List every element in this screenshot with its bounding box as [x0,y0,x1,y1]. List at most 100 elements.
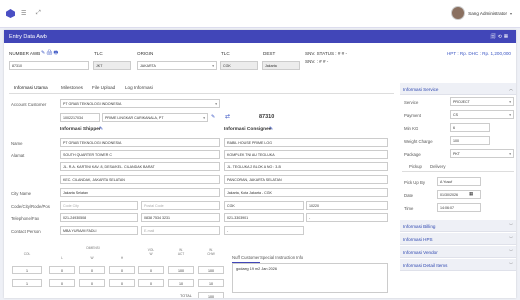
section-title: Informasi Vendor [403,249,438,255]
tlc-dest-input: CGK [220,61,258,70]
consignee-contact-input[interactable]: - [224,226,304,235]
pickup-by-input[interactable]: A Yusuf [437,177,481,186]
dim-row-1-vol[interactable]: 0 [138,266,164,274]
shipper-postal-input[interactable]: Postal Code [141,201,220,210]
header-actions[interactable]: 🗐⟲▦ [491,34,510,42]
dim-row-1-chw[interactable]: 100 [198,266,224,274]
consignee-address-1[interactable]: KOMPLEK TNI AU TEGLUKA [224,150,388,159]
shipper-address-3[interactable]: KEC. CILANDAK, JAKARTA SELATAN [60,175,220,184]
tab-special-instruction[interactable]: Special Instruction [260,255,295,260]
dim-row-1-l[interactable]: 0 [49,266,75,274]
shipper-address-2[interactable]: JL. R.A. KARTINI KAV. 8, DESA/KEL. CILAN… [60,162,220,171]
tab-info[interactable]: Info [296,255,303,260]
consignee-address-2[interactable]: JL. TEGLUKA 2 BLOK A NO : 3-B [224,162,388,171]
w-header: W [90,256,94,260]
consignee-address-3[interactable]: PANCORAN, JAKARTA SELATAN [224,175,388,184]
origin-select[interactable]: JAKARTA [137,61,217,70]
dim-row-1-w[interactable]: 0 [79,266,105,274]
dim-row-2-h[interactable]: 0 [109,279,135,287]
edit-icon[interactable]: ✎ [211,114,215,120]
shipper-edit-icon[interactable]: ✎ [99,127,103,132]
dim-row-1-act[interactable]: 100 [168,266,194,274]
min-kg-input[interactable]: 6 [450,123,490,132]
shipper-city-input[interactable]: Jakarta Selatan [60,188,220,197]
section-informasi-hps[interactable]: Informasi HPS ﹀ [400,233,516,245]
dim-row-2-vol[interactable]: 0 [138,279,164,287]
shipper-address-1[interactable]: SOUTH QUARTER TOWER C [60,150,220,159]
total-value: 100 [198,292,224,298]
dim-row-2-w[interactable]: 0 [79,279,105,287]
tlc-origin-input: JKT [93,61,131,70]
consignee-fax-input[interactable]: - [306,213,388,222]
swap-icon[interactable]: ⇄ [225,113,230,120]
col-header: COL [23,252,31,256]
section-informasi-detail-items[interactable]: Informasi Detail Items ﹀ [400,259,516,271]
chevron-up-icon: ︿ [509,86,513,91]
menu-icon[interactable]: ☰ [21,10,26,17]
date-input[interactable]: 01/30/2026 [437,190,481,199]
consignee-name-input[interactable]: RABIL HOUSE PRIME LOG [224,138,388,147]
consignee-edit-icon[interactable]: ✎ [269,127,273,132]
shipper-contact-input[interactable]: MBA YURA/M FADLI [60,226,138,235]
dim-row-2-col[interactable]: 1 [12,279,42,287]
pickup-by-label: Pick Up By [404,180,426,185]
min-kg-label: Min KG [404,126,419,131]
section-informasi-service[interactable]: Informasi Service ︿ [400,83,516,95]
dim-row-1-col[interactable]: 1 [12,266,42,274]
service-label: Service [404,100,419,105]
hpt-dhc: HPT : Rp. DHC : Rp. 1,200,000 [446,51,511,56]
awb-number-input[interactable]: 87310 [9,61,89,70]
card-header: Entry Data Awb 🗐⟲▦ [4,30,516,43]
total-label: TOTAL [180,294,192,298]
tlc-label: TLC [94,51,103,56]
package-select[interactable]: PKT [450,149,514,158]
consignee-tel-input[interactable]: 021-3303901 [224,213,304,222]
awb-action-icons[interactable]: ✎🖨🖶 [41,50,59,58]
vol-header: VOL W [147,248,155,256]
calendar-icon[interactable]: ▦ [469,191,473,197]
notes-textarea[interactable]: godaeg 19 m2 Jan 2026 [232,263,388,293]
payment-select[interactable]: CS [450,110,514,119]
chw-header: W. CHW [207,248,215,256]
expand-icon[interactable]: ⤢ [36,10,41,17]
account-customer-select[interactable]: PT GRAB TEKNOLOGI INDONESIA [60,99,220,108]
customer-code-input[interactable]: 1002217034 [60,113,100,122]
tab-nuff-customer[interactable]: Nuff Customer [232,255,260,263]
user-menu[interactable]: Sang Administrator ▾ [451,6,512,20]
section-title: Informasi HPS [403,236,433,242]
consignee-postal-input[interactable]: 10220 [306,201,388,210]
dimensi-header: DIMENSI [86,246,100,250]
shipper-code-input[interactable]: Code City [60,201,138,210]
dim-row-2-chw[interactable]: 10 [198,279,224,287]
payment-label: Payment [404,113,421,118]
section-informasi-billing[interactable]: Informasi Billing ﹀ [400,220,516,232]
date-label: Date [404,193,414,198]
dim-row-2-act[interactable]: 10 [168,279,194,287]
shipper-email-input[interactable]: E-mail [141,226,220,235]
consignee-code-input[interactable]: CGK [224,201,304,210]
shipper-fax-input[interactable]: 0838 7534 3231 [141,213,220,222]
tab-pickup[interactable]: Pickup [409,164,422,169]
service-select[interactable]: PROJECT [450,97,514,106]
chevron-down-icon: ﹀ [509,262,513,267]
shipper-tel-input[interactable]: 021-24930508 [60,213,138,222]
shipper-name-input[interactable]: PT GRAB TEKNOLOGI INDONESIA [60,138,220,147]
act-header: W. ACT [177,248,185,256]
section-title: Informasi Service [403,86,439,92]
dest-input: Jakarta [262,61,300,70]
customer-name-select[interactable]: PRIME LINGKAR CARIKANALA, PT [102,113,208,122]
dim-row-2-l[interactable]: 0 [49,279,75,287]
consignee-city-input[interactable]: Jakarta, Kota Jakarta - CGK [224,188,388,197]
section-informasi-vendor[interactable]: Informasi Vendor ﹀ [400,246,516,258]
snv-status: SNV. STATUS : # # - [305,51,348,56]
tab-file-upload[interactable]: File Upload [92,85,115,93]
tab-milestones[interactable]: Milestones [61,85,83,93]
time-label: Time [404,206,414,211]
code-label: Code/City/Rode/Pos [11,204,50,209]
user-name: Sang Administrator [468,10,507,16]
weight-charge-input[interactable]: 100 [450,136,490,145]
dim-row-1-h[interactable]: 0 [109,266,135,274]
time-input[interactable]: 14:06:07 [437,203,481,212]
page-title: Entry Data Awb [9,33,47,40]
tab-log-informasi[interactable]: Log Informasi [125,85,153,93]
